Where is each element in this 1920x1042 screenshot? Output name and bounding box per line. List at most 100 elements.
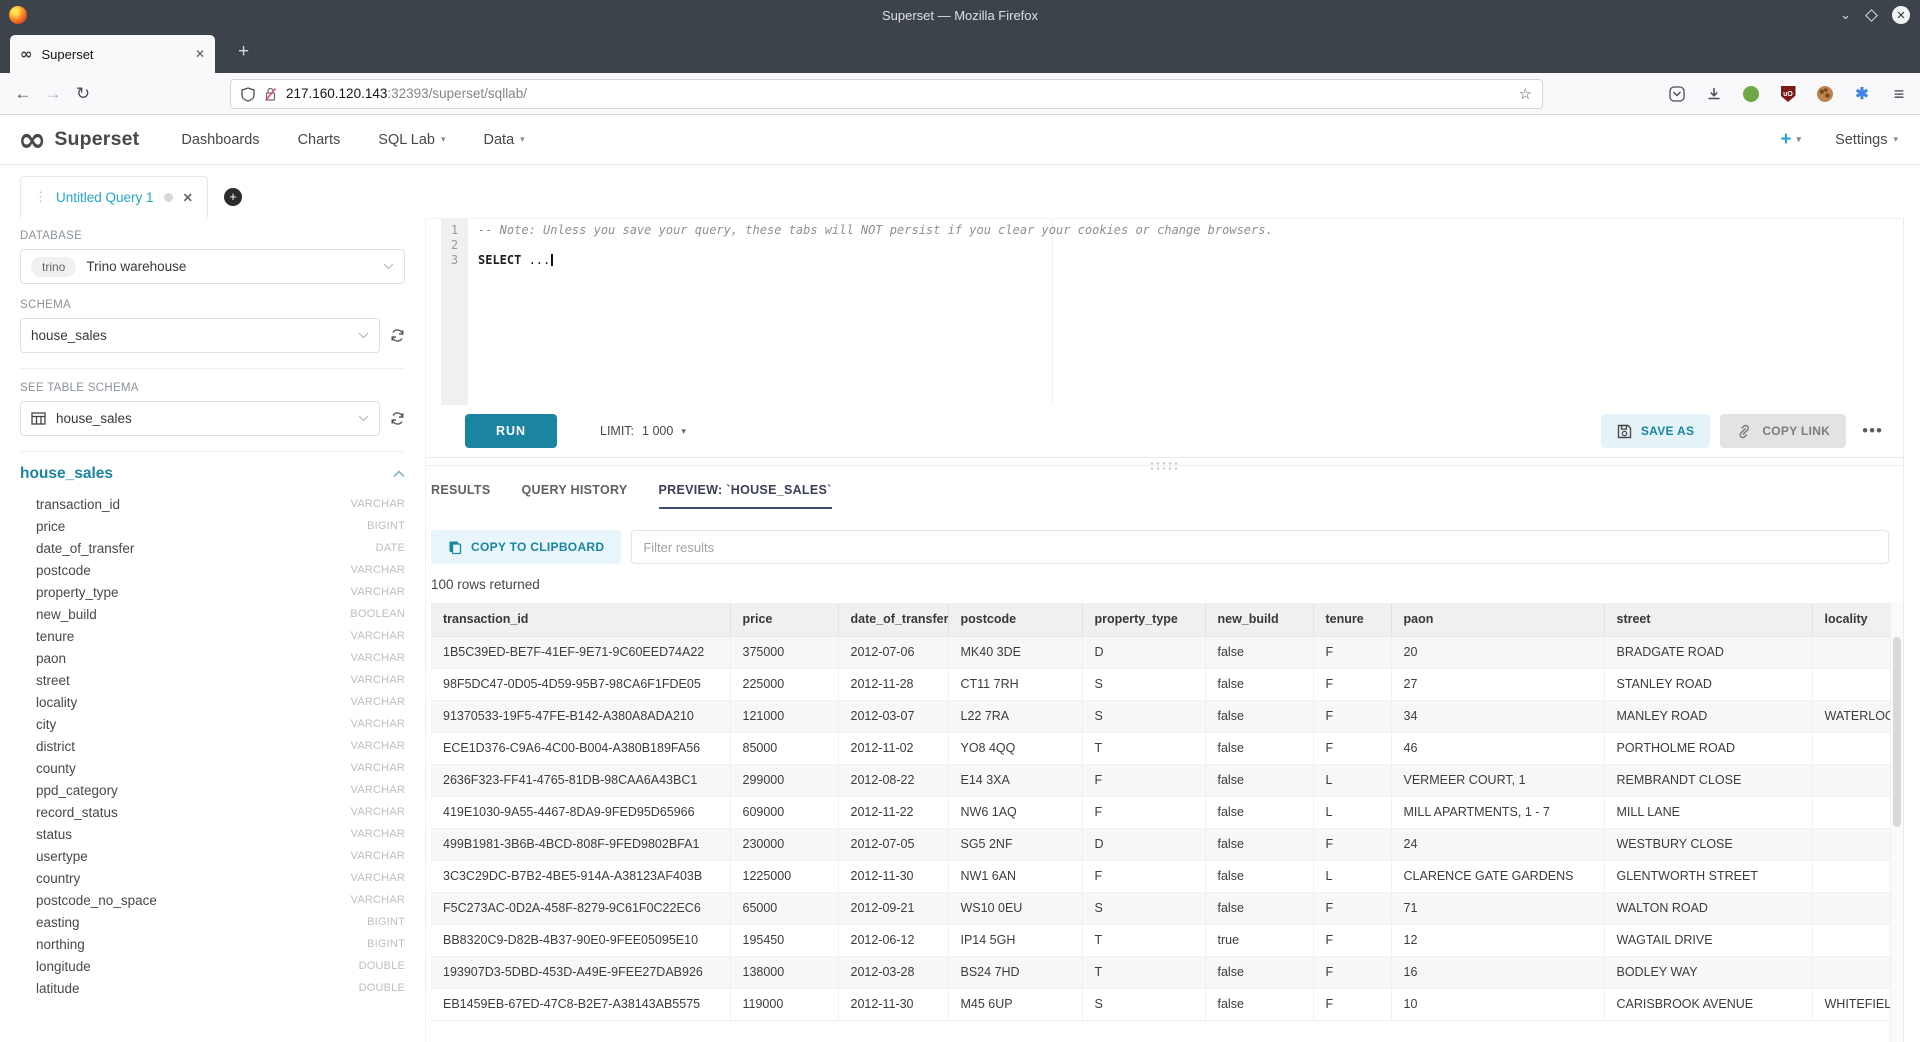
settings-menu[interactable]: Settings ▾ xyxy=(1835,132,1898,148)
column-header-paon[interactable]: paon xyxy=(1391,603,1604,636)
url-bar[interactable]: 217.160.120.143:32393/superset/sqllab/ ☆ xyxy=(230,79,1543,109)
column-item[interactable]: tenureVARCHAR xyxy=(20,625,405,647)
column-item[interactable]: countryVARCHAR xyxy=(20,867,405,889)
refresh-schema-icon[interactable] xyxy=(390,328,405,343)
column-item[interactable]: cityVARCHAR xyxy=(20,713,405,735)
window-close-button[interactable]: ✕ xyxy=(1892,6,1910,24)
sql-editor[interactable]: 123 -- Note: Unless you save your query,… xyxy=(426,218,1903,405)
save-as-button[interactable]: SAVE AS xyxy=(1601,414,1710,448)
column-item[interactable]: streetVARCHAR xyxy=(20,669,405,691)
column-header-new_build[interactable]: new_build xyxy=(1205,603,1313,636)
table-row[interactable]: EB1459EB-67ED-47C8-B2E7-A38143AB55751190… xyxy=(431,988,1890,1020)
extension-asterisk-icon[interactable]: ✱ xyxy=(1853,85,1871,103)
limit-dropdown[interactable]: LIMIT: 1 000 ▾ xyxy=(600,424,686,438)
cookie-extension-icon[interactable] xyxy=(1816,85,1834,103)
window-minimize-button[interactable]: ⌄ xyxy=(1840,7,1851,23)
add-query-tab-button[interactable]: + xyxy=(224,188,242,206)
tab-query-history[interactable]: QUERY HISTORY xyxy=(522,483,628,509)
column-item[interactable]: paonVARCHAR xyxy=(20,647,405,669)
copy-to-clipboard-button[interactable]: COPY TO CLIPBOARD xyxy=(431,530,621,564)
menu-icon[interactable]: ≡ xyxy=(1890,85,1908,103)
url-host: 217.160.120.143 xyxy=(286,86,387,101)
shield-icon[interactable] xyxy=(241,87,255,102)
column-header-date_of_transfer[interactable]: date_of_transfer xyxy=(838,603,948,636)
column-header-transaction_id[interactable]: transaction_id xyxy=(431,603,730,636)
column-item[interactable]: countyVARCHAR xyxy=(20,757,405,779)
ublock-icon[interactable]: uO xyxy=(1779,85,1797,103)
browser-tab[interactable]: ∞ Superset ✕ xyxy=(10,35,215,73)
nav-item-sql-lab[interactable]: SQL Lab▾ xyxy=(378,132,445,148)
bookmark-star-icon[interactable]: ☆ xyxy=(1519,85,1532,103)
schema-select[interactable]: house_sales xyxy=(20,318,380,353)
nav-item-dashboards[interactable]: Dashboards xyxy=(181,132,259,148)
forward-button[interactable]: → xyxy=(38,84,68,104)
editor-code[interactable]: -- Note: Unless you save your query, the… xyxy=(478,223,1903,268)
new-tab-button[interactable]: + xyxy=(238,42,249,61)
query-tab[interactable]: ⋮ Untitled Query 1 ✕ xyxy=(20,176,208,218)
column-item[interactable]: new_buildBOOLEAN xyxy=(20,603,405,625)
filter-results-input[interactable] xyxy=(631,530,1889,564)
table-row[interactable]: F5C273AC-0D2A-458F-8279-9C61F0C22EC66500… xyxy=(431,892,1890,924)
column-item[interactable]: longitudeDOUBLE xyxy=(20,955,405,977)
column-item[interactable]: eastingBIGINT xyxy=(20,911,405,933)
tab-results[interactable]: RESULTS xyxy=(431,483,491,509)
tab-preview-house-sales[interactable]: PREVIEW: `HOUSE_SALES` xyxy=(659,483,832,509)
reload-button[interactable]: ↻ xyxy=(68,84,98,104)
window-maximize-button[interactable] xyxy=(1865,9,1878,22)
column-header-locality[interactable]: locality xyxy=(1812,603,1890,636)
table-select[interactable]: house_sales xyxy=(20,401,380,436)
add-new-button[interactable]: + ▾ xyxy=(1780,129,1801,151)
table-row[interactable]: BB8320C9-D82B-4B37-90E0-9FEE05095E101954… xyxy=(431,924,1890,956)
table-row[interactable]: 419E1030-9A55-4467-8DA9-9FED95D659666090… xyxy=(431,796,1890,828)
drag-handle-icon[interactable]: ⋮ xyxy=(34,189,46,205)
run-button[interactable]: RUN xyxy=(465,414,557,448)
table-row[interactable]: 499B1981-3B6B-4BCD-808F-9FED9802BFA12300… xyxy=(431,828,1890,860)
column-item[interactable]: postcode_no_spaceVARCHAR xyxy=(20,889,405,911)
insecure-lock-icon[interactable] xyxy=(264,87,277,102)
column-header-street[interactable]: street xyxy=(1604,603,1812,636)
column-item[interactable]: priceBIGINT xyxy=(20,515,405,537)
table-row[interactable]: 98F5DC47-0D05-4D59-95B7-98CA6F1FDE052250… xyxy=(431,668,1890,700)
privacy-badger-icon[interactable] xyxy=(1742,85,1760,103)
column-item[interactable]: localityVARCHAR xyxy=(20,691,405,713)
more-actions-button[interactable]: ••• xyxy=(1862,421,1883,441)
column-header-price[interactable]: price xyxy=(730,603,838,636)
column-header-property_type[interactable]: property_type xyxy=(1082,603,1205,636)
query-tab-close-icon[interactable]: ✕ xyxy=(183,190,193,205)
pane-resize-handle[interactable] xyxy=(426,458,1903,472)
column-item[interactable]: ppd_categoryVARCHAR xyxy=(20,779,405,801)
results-scrollbar[interactable] xyxy=(1890,603,1903,1042)
refresh-table-icon[interactable] xyxy=(390,411,405,426)
column-item[interactable]: latitudeDOUBLE xyxy=(20,977,405,999)
column-item[interactable]: property_typeVARCHAR xyxy=(20,581,405,603)
table-schema-heading[interactable]: house_sales xyxy=(20,465,405,483)
table-row[interactable]: 1B5C39ED-BE7F-41EF-9E71-9C60EED74A223750… xyxy=(431,636,1890,668)
download-icon[interactable] xyxy=(1705,85,1723,103)
column-item[interactable]: transaction_idVARCHAR xyxy=(20,493,405,515)
pocket-icon[interactable] xyxy=(1668,85,1686,103)
column-header-postcode[interactable]: postcode xyxy=(948,603,1082,636)
results-scrollbar-thumb[interactable] xyxy=(1893,637,1901,827)
chevron-up-icon[interactable] xyxy=(393,470,405,478)
nav-item-data[interactable]: Data▾ xyxy=(484,132,525,148)
column-item[interactable]: statusVARCHAR xyxy=(20,823,405,845)
nav-item-charts[interactable]: Charts xyxy=(298,132,341,148)
database-select[interactable]: trino Trino warehouse xyxy=(20,249,405,284)
table-row[interactable]: ECE1D376-C9A6-4C00-B004-A380B189FA568500… xyxy=(431,732,1890,764)
column-item[interactable]: postcodeVARCHAR xyxy=(20,559,405,581)
back-button[interactable]: ← xyxy=(8,84,38,104)
column-item[interactable]: usertypeVARCHAR xyxy=(20,845,405,867)
table-row[interactable]: 193907D3-5DBD-453D-A49E-9FEE27DAB9261380… xyxy=(431,956,1890,988)
column-item[interactable]: record_statusVARCHAR xyxy=(20,801,405,823)
column-item[interactable]: northingBIGINT xyxy=(20,933,405,955)
superset-logo[interactable]: ∞ Superset xyxy=(18,125,139,155)
editor-gutter: 123 xyxy=(441,219,468,405)
tab-close-icon[interactable]: ✕ xyxy=(195,47,205,61)
copy-link-button[interactable]: COPY LINK xyxy=(1720,414,1846,448)
table-row[interactable]: 3C3C29DC-B7B2-4BE5-914A-A38123AF403B1225… xyxy=(431,860,1890,892)
column-item[interactable]: districtVARCHAR xyxy=(20,735,405,757)
table-row[interactable]: 2636F323-FF41-4765-81DB-98CAA6A43BC12990… xyxy=(431,764,1890,796)
column-header-tenure[interactable]: tenure xyxy=(1313,603,1391,636)
column-item[interactable]: date_of_transferDATE xyxy=(20,537,405,559)
table-row[interactable]: 91370533-19F5-47FE-B142-A380A8ADA2101210… xyxy=(431,700,1890,732)
